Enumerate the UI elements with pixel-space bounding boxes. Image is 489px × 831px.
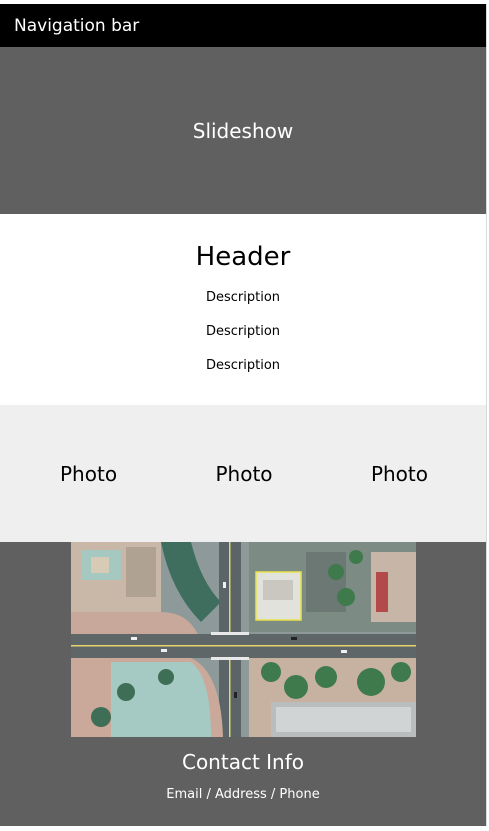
description-1: Description [205, 290, 281, 305]
aerial-city-image [70, 542, 416, 737]
description-3: Description [205, 358, 281, 373]
navigation-bar[interactable]: Navigation bar [0, 4, 486, 47]
description-2: Description [205, 324, 281, 339]
contact-details: Email / Address / Phone [166, 787, 320, 802]
photo-3[interactable]: Photo [371, 462, 428, 486]
page: Navigation bar Slideshow Header Descript… [0, 4, 487, 826]
header-section: Header Description Description Descripti… [0, 214, 486, 405]
photo-2[interactable]: Photo [215, 462, 272, 486]
header-title: Header [195, 242, 291, 272]
footer: Contact Info Email / Address / Phone [0, 542, 486, 826]
slideshow-label: Slideshow [192, 118, 294, 143]
photo-row: Photo Photo Photo [0, 405, 486, 542]
contact-info-title: Contact Info [181, 750, 305, 774]
slideshow[interactable]: Slideshow [0, 47, 486, 214]
navigation-bar-label: Navigation bar [14, 15, 140, 36]
photo-1[interactable]: Photo [60, 462, 117, 486]
